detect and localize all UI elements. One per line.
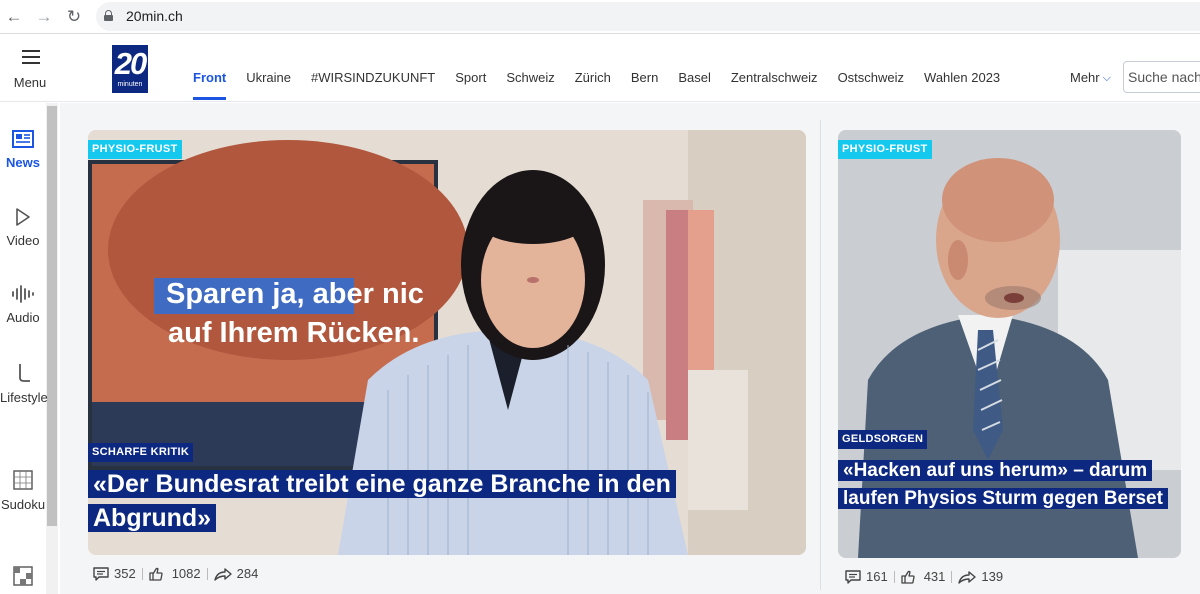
rail-item-lifestyle[interactable]: Lifestyle	[0, 363, 48, 408]
image-text-line-1: Sparen ja, aber nic	[166, 278, 424, 310]
address-url[interactable]: 20min.ch	[126, 8, 183, 24]
nav-item-zentralschweiz[interactable]: Zentralschweiz	[731, 35, 818, 102]
reactions-count[interactable]: 431	[901, 569, 945, 584]
rail-item-video[interactable]: Video	[0, 208, 46, 251]
side-article-headline[interactable]: «Hacken auf uns herum» – darum laufen Ph…	[838, 457, 1178, 513]
waveform-icon	[12, 285, 34, 303]
shares-count[interactable]: 284	[213, 566, 258, 581]
nav-item-zürich[interactable]: Zürich	[575, 35, 611, 102]
rail-scrollbar-thumb[interactable]	[47, 106, 57, 526]
nav-item-bern[interactable]: Bern	[631, 35, 658, 102]
search-input[interactable]	[1123, 61, 1200, 93]
column-divider	[820, 120, 821, 590]
side-article-card[interactable]: PHYSIO-FRUST GELDSORGEN «Hacken auf uns …	[838, 130, 1181, 558]
rail-item-audio[interactable]: Audio	[0, 285, 46, 328]
shares-count[interactable]: 139	[958, 569, 1003, 584]
main-article-stats: 352 1082 284	[93, 566, 258, 581]
more-menu-button[interactable]: Mehr ⌵	[1070, 35, 1111, 102]
nav-item-wirsindzukunft[interactable]: #WIRSINDZUKUNFT	[311, 35, 435, 102]
nav-item-ostschweiz[interactable]: Ostschweiz	[838, 35, 904, 102]
share-arrow-icon	[958, 570, 977, 584]
image-text-line-2: auf Ihrem Rücken.	[168, 317, 420, 349]
article-category-tag[interactable]: PHYSIO-FRUST	[838, 140, 932, 159]
forward-arrow-icon[interactable]: →	[34, 7, 54, 27]
comment-icon	[845, 569, 861, 584]
article-kicker: SCHARFE KRITIK	[88, 443, 194, 462]
top-navigation: Front Ukraine #WIRSINDZUKUNFT Sport Schweiz Z…	[193, 35, 1020, 102]
newspaper-icon	[12, 130, 34, 148]
article-kicker: GELDSORGEN	[838, 430, 928, 449]
main-article-card[interactable]: Sparen ja, aber nic auf Ihrem Rücken. PH…	[88, 130, 806, 555]
play-icon	[16, 208, 30, 226]
menu-button[interactable]: Menu	[0, 35, 60, 102]
nav-item-ukraine[interactable]: Ukraine	[246, 35, 291, 102]
comments-count[interactable]: 161	[845, 569, 888, 584]
sudoku-icon	[13, 470, 33, 490]
menu-icon	[22, 50, 40, 64]
menu-label: Menu	[13, 75, 47, 90]
reactions-count[interactable]: 1082	[149, 566, 201, 581]
lock-icon	[104, 10, 113, 21]
nav-item-wahlen-2023[interactable]: Wahlen 2023	[924, 35, 1000, 102]
browser-toolbar: ← → ↻ 20min.ch	[0, 0, 1200, 34]
side-article-stats: 161 431 139	[845, 569, 1003, 584]
comment-icon	[93, 566, 109, 581]
lifestyle-icon	[19, 364, 30, 382]
thumbs-reaction-icon	[149, 567, 163, 581]
address-bar[interactable]	[96, 2, 1200, 31]
rail-item-puzzle[interactable]	[0, 566, 46, 590]
share-arrow-icon	[213, 567, 232, 581]
nav-item-front[interactable]: Front	[193, 35, 227, 102]
rail-item-sudoku[interactable]: Sudoku	[0, 470, 46, 515]
site-logo[interactable]: 20 minuten	[112, 45, 148, 93]
back-arrow-icon[interactable]: ←	[4, 7, 24, 27]
reload-icon[interactable]: ↻	[64, 7, 84, 27]
nav-item-sport[interactable]: Sport	[455, 35, 486, 102]
thumbs-reaction-icon	[901, 570, 915, 584]
nav-item-basel[interactable]: Basel	[678, 35, 711, 102]
main-article-headline[interactable]: «Der Bundesrat treibt eine ganze Branche…	[88, 467, 728, 535]
comments-count[interactable]: 352	[93, 566, 136, 581]
rail-item-news[interactable]: News	[0, 130, 46, 173]
article-category-tag[interactable]: PHYSIO-FRUST	[88, 140, 182, 159]
nav-item-schweiz[interactable]: Schweiz	[506, 35, 554, 102]
puzzle-grid-icon	[13, 566, 33, 586]
